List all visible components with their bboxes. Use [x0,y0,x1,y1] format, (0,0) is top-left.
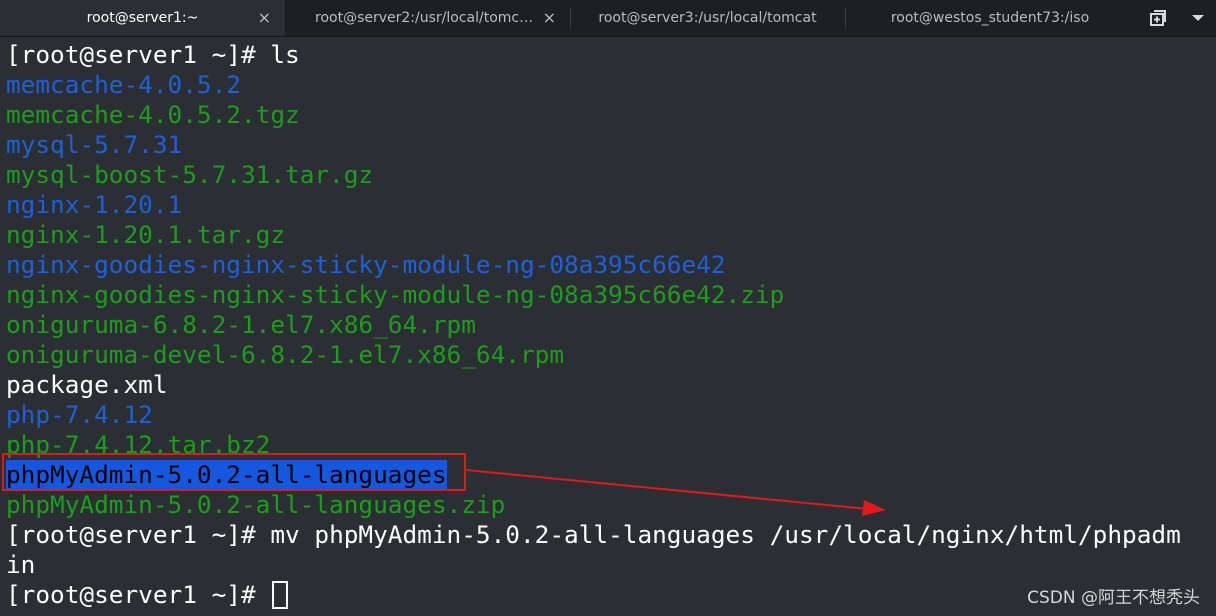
watermark: CSDN @阿王不想秃头 [1027,588,1200,608]
annotation-arrow-icon [465,469,886,516]
